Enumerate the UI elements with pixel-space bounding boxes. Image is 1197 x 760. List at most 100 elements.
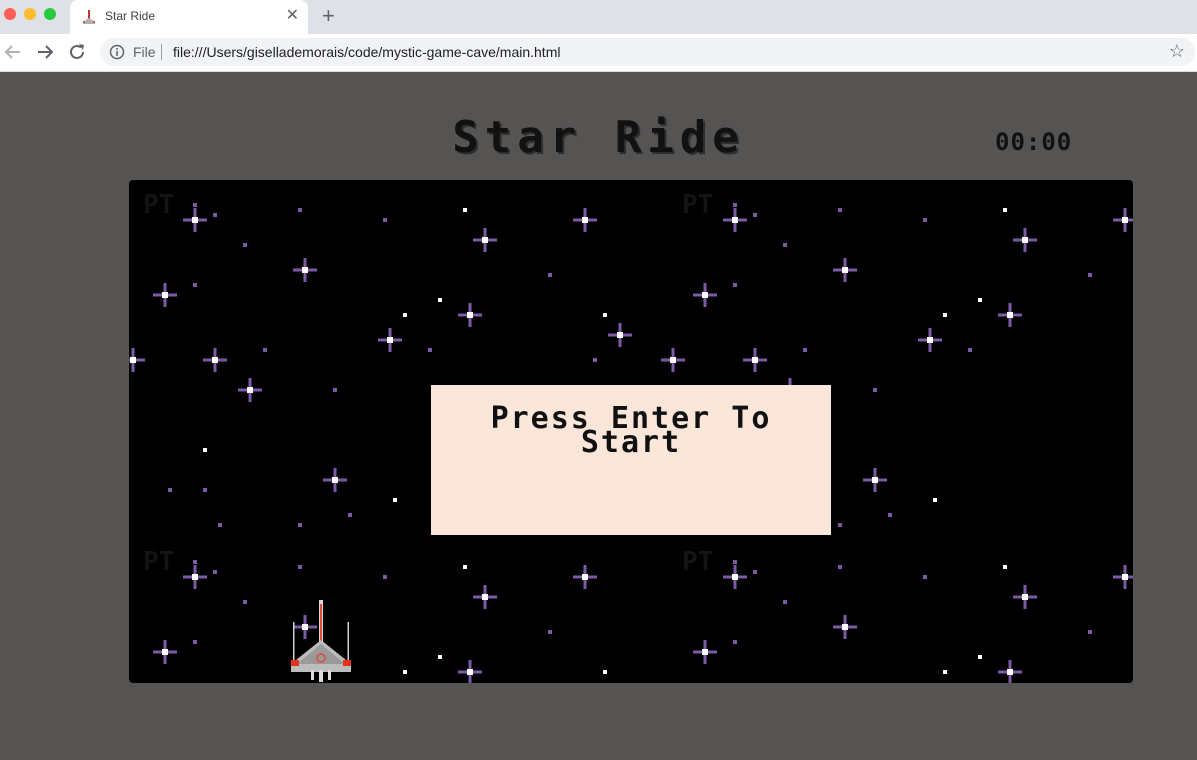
star [203,488,207,492]
info-icon[interactable] [109,44,125,60]
star [1088,630,1092,634]
star [193,283,197,287]
close-window-button[interactable] [4,8,16,20]
close-tab-icon[interactable]: ✕ [286,6,299,26]
star [582,217,588,223]
star [438,655,442,659]
game-canvas[interactable]: PT PT PT PT Press Enter To Start [129,180,1133,683]
star [548,273,552,277]
bookmark-star-icon[interactable]: ☆ [1169,41,1185,62]
star [968,348,972,352]
star [603,313,607,317]
tab-title: Star Ride [105,9,156,23]
start-overlay[interactable]: Press Enter To Start [431,385,831,535]
star [387,337,393,343]
star [213,213,217,217]
star [783,243,787,247]
star [593,358,597,362]
star [212,357,218,363]
star [1088,273,1092,277]
forward-arrow-icon[interactable] [34,41,56,63]
star [1122,217,1128,223]
star [168,488,172,492]
star [193,640,197,644]
url-text[interactable]: file:///Users/gisellademorais/code/mysti… [173,44,560,60]
star [838,523,842,527]
maximize-window-button[interactable] [44,8,56,20]
star [213,570,217,574]
new-tab-button[interactable]: + [322,5,335,27]
star [383,575,387,579]
star [803,348,807,352]
star [192,217,198,223]
address-bar[interactable]: File file:///Users/gisellademorais/code/… [100,38,1195,66]
star [467,312,473,318]
star [873,388,877,392]
star [162,292,168,298]
star [753,213,757,217]
star [247,387,253,393]
star [670,357,676,363]
star [333,388,337,392]
star [733,203,737,207]
star [243,243,247,247]
star [438,298,442,302]
star [298,565,302,569]
star [603,670,607,674]
star [838,208,842,212]
star [193,203,197,207]
url-separator [161,44,162,60]
star [943,313,947,317]
star [428,348,432,352]
star [978,298,982,302]
star [927,337,933,343]
star [403,670,407,674]
star [943,670,947,674]
watermark-logo: PT [682,190,714,220]
back-arrow-icon[interactable] [2,41,24,63]
star [923,575,927,579]
reload-icon[interactable] [66,41,88,63]
star [888,513,892,517]
star [193,560,197,564]
star [203,448,207,452]
star [383,218,387,222]
spaceship-icon [83,10,95,24]
star [1003,208,1007,212]
url-scheme-label: File [133,44,156,60]
star [482,237,488,243]
watermark-logo: PT [143,190,175,220]
star [243,600,247,604]
browser-tab-active[interactable]: Star Ride ✕ [70,0,308,34]
star [162,649,168,655]
minimize-window-button[interactable] [24,8,36,20]
star [753,570,757,574]
game-timer: 00:00 [995,128,1073,156]
start-prompt: Press Enter To Start [490,401,772,460]
star [298,523,302,527]
star [298,208,302,212]
star [872,477,878,483]
star [348,513,352,517]
star [548,630,552,634]
star [582,574,588,580]
star [923,218,927,222]
star [842,267,848,273]
player-spaceship[interactable] [289,600,353,682]
star [783,600,787,604]
star [838,565,842,569]
star [752,357,758,363]
star [617,332,623,338]
star [302,267,308,273]
star [732,217,738,223]
star [393,498,397,502]
watermark-logo: PT [143,547,175,577]
star [263,348,267,352]
star [702,292,708,298]
star [733,283,737,287]
star [467,669,473,675]
browser-toolbar: File file:///Users/gisellademorais/code/… [0,34,1197,72]
star [1007,312,1013,318]
star [218,523,222,527]
star [733,640,737,644]
